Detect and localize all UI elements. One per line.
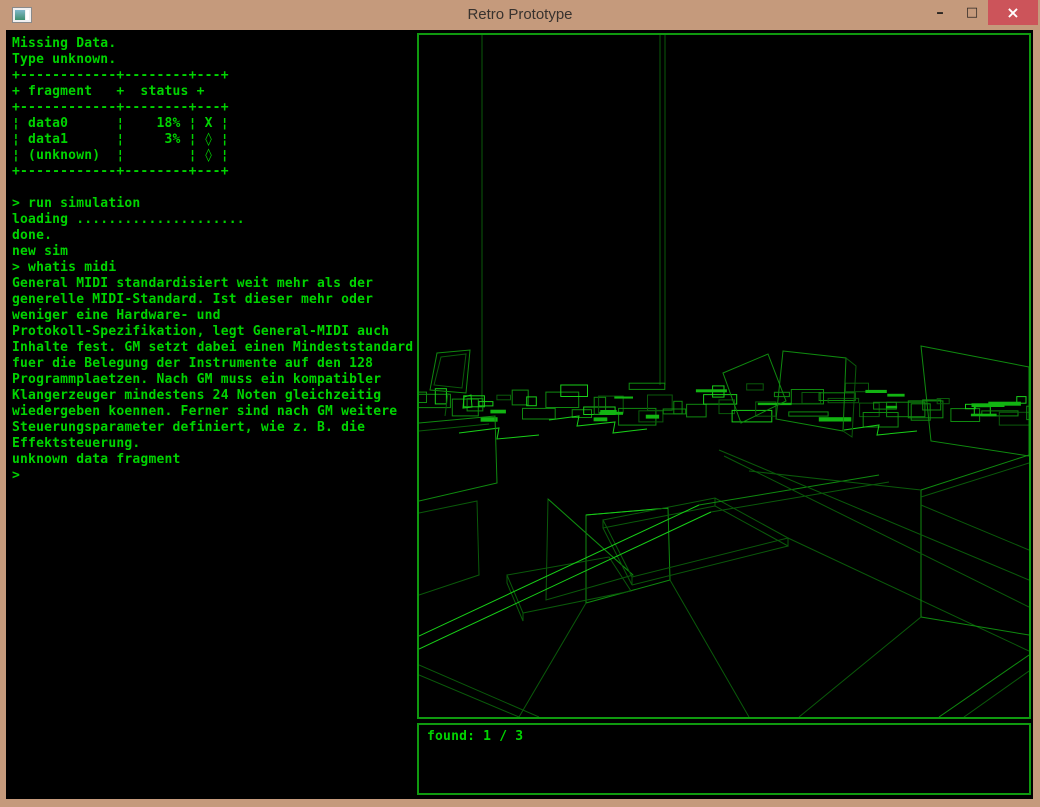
sky-lines bbox=[482, 35, 665, 401]
close-button[interactable]: × bbox=[988, 0, 1038, 25]
terminal-output[interactable]: Missing Data. Type unknown. +-----------… bbox=[12, 36, 413, 484]
maximize-button[interactable]: □ bbox=[956, 0, 988, 25]
maximize-icon: □ bbox=[966, 5, 978, 20]
horizon-structures bbox=[419, 383, 1029, 427]
window-controls: – □ × bbox=[924, 0, 1038, 25]
title-bar[interactable]: Retro Prototype – □ × bbox=[0, 0, 1040, 30]
close-icon: × bbox=[1006, 3, 1019, 22]
client-area: Missing Data. Type unknown. +-----------… bbox=[6, 30, 1033, 799]
wireframe-viewport[interactable] bbox=[417, 33, 1031, 719]
wireframe-scene bbox=[419, 35, 1029, 717]
found-counter: found: 1 / 3 bbox=[419, 725, 1029, 749]
window-title: Retro Prototype bbox=[0, 0, 1040, 30]
minimize-icon: – bbox=[936, 3, 944, 21]
app-window: Retro Prototype – □ × Missing Data. Type… bbox=[0, 0, 1040, 807]
status-panel: found: 1 / 3 bbox=[417, 723, 1031, 795]
minimize-button[interactable]: – bbox=[924, 0, 956, 25]
